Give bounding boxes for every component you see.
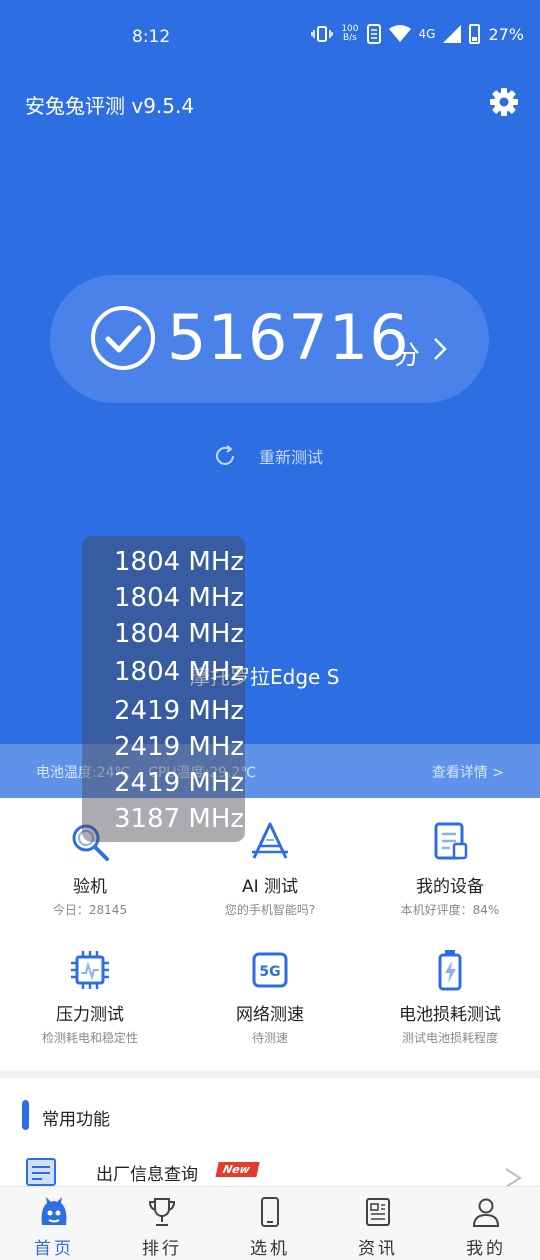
wifi-icon <box>388 25 411 42</box>
check-circle-icon <box>91 306 155 370</box>
tile-title: 网络测速 <box>236 1005 304 1025</box>
cpu-freq: 1804 MHz <box>114 547 245 577</box>
section-title: 常用功能 <box>42 1110 110 1130</box>
app-title: 安兔兔评测 v9.5.4 <box>25 94 195 118</box>
5g-icon: 5G <box>252 952 288 988</box>
data-saver-icon <box>366 24 381 44</box>
svg-text:5G: 5G <box>259 964 280 980</box>
user-icon <box>472 1198 500 1227</box>
net-speed: 100 B/s <box>341 24 359 43</box>
trophy-icon <box>148 1198 176 1226</box>
chevron-right-icon <box>434 338 447 360</box>
details-link[interactable]: 查看详情 > <box>432 762 504 782</box>
nav-home[interactable]: 首页 <box>0 1195 108 1259</box>
bottom-nav: 首页 排行 选机 资讯 我的 <box>0 1186 540 1260</box>
cpu-freq: 2419 MHz <box>114 732 245 762</box>
nav-label: 我的 <box>466 1239 506 1259</box>
nav-label: 排行 <box>142 1239 182 1259</box>
stress-test-tile[interactable]: 压力测试 检测耗电和稳定性 <box>0 948 180 1046</box>
retest-button[interactable]: 重新测试 <box>213 444 323 468</box>
tile-subtitle: 检测耗电和稳定性 <box>41 1031 138 1045</box>
status-time: 8:12 <box>132 27 171 47</box>
document-icon <box>26 1158 56 1186</box>
nav-phone-select[interactable]: 选机 <box>216 1195 324 1259</box>
signal-icon <box>443 25 462 43</box>
tile-title: AI 测试 <box>241 877 299 897</box>
chip-icon <box>71 951 109 989</box>
cpu-freq: 1804 MHz <box>114 619 245 649</box>
tile-subtitle: 您的手机智能吗? <box>224 903 316 917</box>
nav-news[interactable]: 资讯 <box>324 1195 432 1259</box>
section-accent <box>22 1100 29 1130</box>
cpu-freq: 2419 MHz <box>114 768 245 798</box>
refresh-icon <box>216 445 234 465</box>
score-value: 516716 <box>167 301 410 374</box>
cpu-freq: 1804 MHz <box>114 657 245 687</box>
nav-label: 选机 <box>250 1239 290 1259</box>
news-icon <box>366 1198 390 1226</box>
device-info-icon <box>434 822 468 860</box>
nav-profile[interactable]: 我的 <box>432 1195 540 1259</box>
cpu-freq: 3187 MHz <box>114 804 245 834</box>
phone-icon <box>261 1197 279 1227</box>
tile-title: 验机 <box>73 877 107 897</box>
cpu-freq: 1804 MHz <box>114 583 245 613</box>
tile-title: 我的设备 <box>416 877 484 897</box>
battery-bolt-icon <box>438 950 462 991</box>
ai-icon <box>252 822 288 859</box>
gear-icon[interactable] <box>489 87 519 117</box>
temperature-bar: 电池温度:24℃ CPU温度:29.2℃ 查看详情 > <box>0 744 540 798</box>
status-icons: 100 B/s 4G 27% <box>311 24 524 44</box>
tile-title: 压力测试 <box>56 1005 124 1025</box>
nav-label: 首页 <box>34 1239 74 1259</box>
home-mascot-icon <box>41 1197 67 1225</box>
tile-title: 电池损耗测试 <box>399 1005 501 1025</box>
tile-subtitle: 今日：28145 <box>52 903 128 917</box>
battery-icon <box>469 24 481 44</box>
factory-info-item[interactable]: 出厂信息查询 <box>96 1160 198 1185</box>
header-panel: 8:12 100 B/s 4G 27% 安兔兔评测 v9.5.4 516716 … <box>0 0 540 800</box>
battery-percent: 27% <box>488 24 524 44</box>
battery-test-tile[interactable]: 电池损耗测试 测试电池损耗程度 <box>360 948 540 1046</box>
score-card[interactable]: 516716 分 <box>50 275 489 403</box>
new-badge: New <box>215 1162 260 1177</box>
network-type: 4G <box>418 27 436 41</box>
score-unit: 分 <box>394 341 421 371</box>
tile-subtitle: 测试电池损耗程度 <box>401 1031 498 1045</box>
tile-subtitle: 待测速 <box>251 1031 288 1045</box>
retest-label: 重新测试 <box>259 448 324 467</box>
status-bar: 8:12 100 B/s 4G 27% <box>0 0 540 72</box>
tile-subtitle: 本机好评度：84% <box>400 903 500 917</box>
vibrate-icon <box>311 26 334 42</box>
my-device-tile[interactable]: 我的设备 本机好评度：84% <box>360 820 540 918</box>
common-functions-card: 常用功能 出厂信息查询 New <box>0 1078 540 1188</box>
nav-label: 资讯 <box>358 1239 398 1259</box>
cpu-freq: 2419 MHz <box>114 696 245 726</box>
cpu-frequency-overlay: 1804 MHz 1804 MHz 1804 MHz 1804 MHz 2419… <box>82 536 245 842</box>
nav-ranking[interactable]: 排行 <box>108 1195 216 1259</box>
network-speed-tile[interactable]: 5G 网络测速 待测速 <box>180 948 360 1046</box>
function-grid: 验机 今日：28145 AI 测试 您的手机智能吗? 我的设备 本机好评度：84… <box>0 798 540 1070</box>
